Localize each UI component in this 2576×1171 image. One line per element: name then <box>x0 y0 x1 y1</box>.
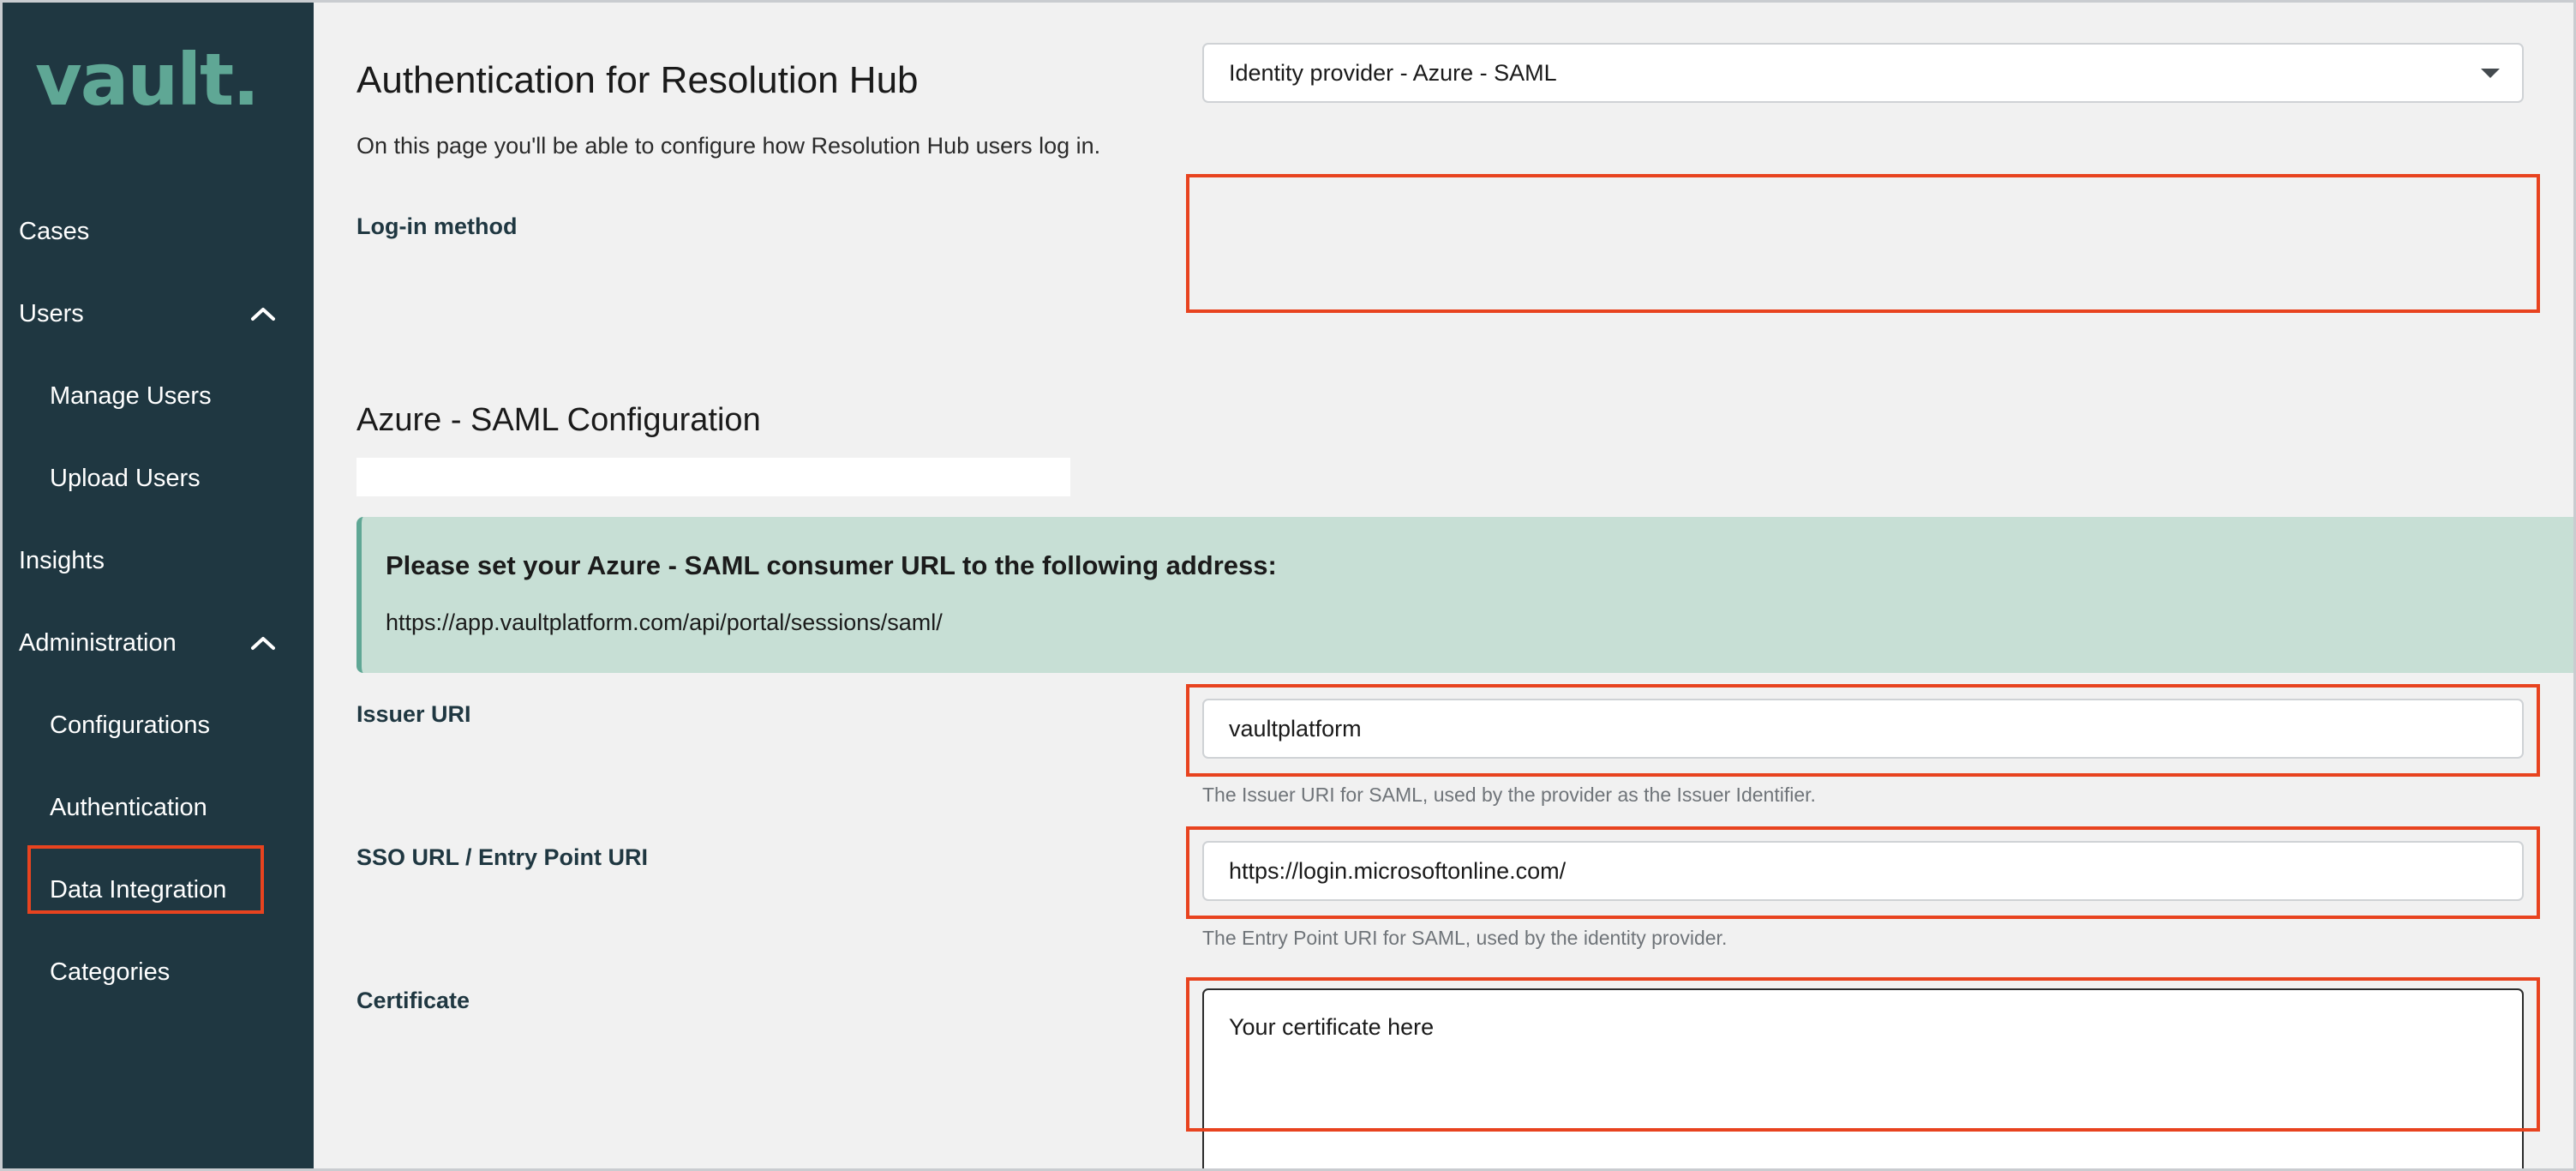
sidebar-item-label: Upload Users <box>50 464 201 492</box>
certificate-label: Certificate <box>356 988 470 1013</box>
sidebar-navigation: vault. Cases Users Manage Users Upload U… <box>3 3 314 1168</box>
issuer-uri-helper-text: The Issuer URI for SAML, used by the pro… <box>1202 784 1816 806</box>
issuer-uri-value: vaultplatform <box>1229 715 1362 742</box>
sidebar-item-categories[interactable]: Categories <box>3 947 314 997</box>
sidebar-item-configurations[interactable]: Configurations <box>3 700 314 750</box>
banner-url: https://app.vaultplatform.com/api/portal… <box>386 610 943 636</box>
highlight-outline-login-method <box>1186 174 2540 313</box>
login-method-label: Log-in method <box>356 213 518 239</box>
sidebar-item-authentication[interactable]: Authentication <box>3 783 314 832</box>
consumer-url-banner: Please set your Azure - SAML consumer UR… <box>356 517 2573 673</box>
chevron-up-icon[interactable] <box>250 635 276 651</box>
sso-url-value: https://login.microsoftonline.com/ <box>1229 857 1567 884</box>
sidebar-item-label: Authentication <box>50 793 207 821</box>
blank-input-box[interactable] <box>356 458 1070 496</box>
certificate-textarea[interactable]: Your certificate here <box>1202 988 2524 1168</box>
issuer-uri-input[interactable]: vaultplatform <box>1202 699 2524 759</box>
saml-section-heading: Azure - SAML Configuration <box>356 401 761 438</box>
chevron-up-icon[interactable] <box>250 306 276 321</box>
sidebar-item-users[interactable]: Users <box>3 289 314 339</box>
sso-url-input[interactable]: https://login.microsoftonline.com/ <box>1202 841 2524 901</box>
login-method-select[interactable]: Identity provider - Azure - SAML <box>1202 43 2524 103</box>
sidebar-item-label: Users <box>19 299 84 327</box>
sidebar-menu: Cases Users Manage Users Upload Users In… <box>3 207 314 997</box>
sidebar-item-label: Configurations <box>50 711 210 739</box>
sidebar-item-label: Data Integration <box>50 875 227 904</box>
application-window: vault. Cases Users Manage Users Upload U… <box>0 0 2576 1171</box>
sidebar-item-cases[interactable]: Cases <box>3 207 314 256</box>
vault-logo: vault. <box>35 38 260 122</box>
sidebar-item-label: Administration <box>19 628 177 657</box>
sidebar-item-label: Insights <box>19 546 105 574</box>
sso-url-label: SSO URL / Entry Point URI <box>356 844 649 870</box>
main-content: Authentication for Resolution Hub On thi… <box>314 3 2573 1168</box>
sidebar-item-administration[interactable]: Administration <box>3 618 314 668</box>
sidebar-item-label: Categories <box>50 958 171 986</box>
sidebar-item-insights[interactable]: Insights <box>3 536 314 586</box>
page-subtitle: On this page you'll be able to configure… <box>356 133 1101 159</box>
sidebar-item-upload-users[interactable]: Upload Users <box>3 453 314 503</box>
chevron-down-icon[interactable] <box>2481 68 2500 78</box>
sidebar-item-label: Cases <box>19 217 90 245</box>
banner-title: Please set your Azure - SAML consumer UR… <box>386 550 1277 580</box>
sidebar-item-label: Manage Users <box>50 381 212 410</box>
certificate-placeholder-value: Your certificate here <box>1229 1014 1435 1040</box>
sidebar-item-data-integration[interactable]: Data Integration <box>3 865 314 915</box>
issuer-uri-label: Issuer URI <box>356 701 471 727</box>
page-title: Authentication for Resolution Hub <box>356 59 919 102</box>
login-method-selected-value: Identity provider - Azure - SAML <box>1229 59 1557 86</box>
sso-url-helper-text: The Entry Point URI for SAML, used by th… <box>1202 927 1728 949</box>
sidebar-item-manage-users[interactable]: Manage Users <box>3 371 314 421</box>
